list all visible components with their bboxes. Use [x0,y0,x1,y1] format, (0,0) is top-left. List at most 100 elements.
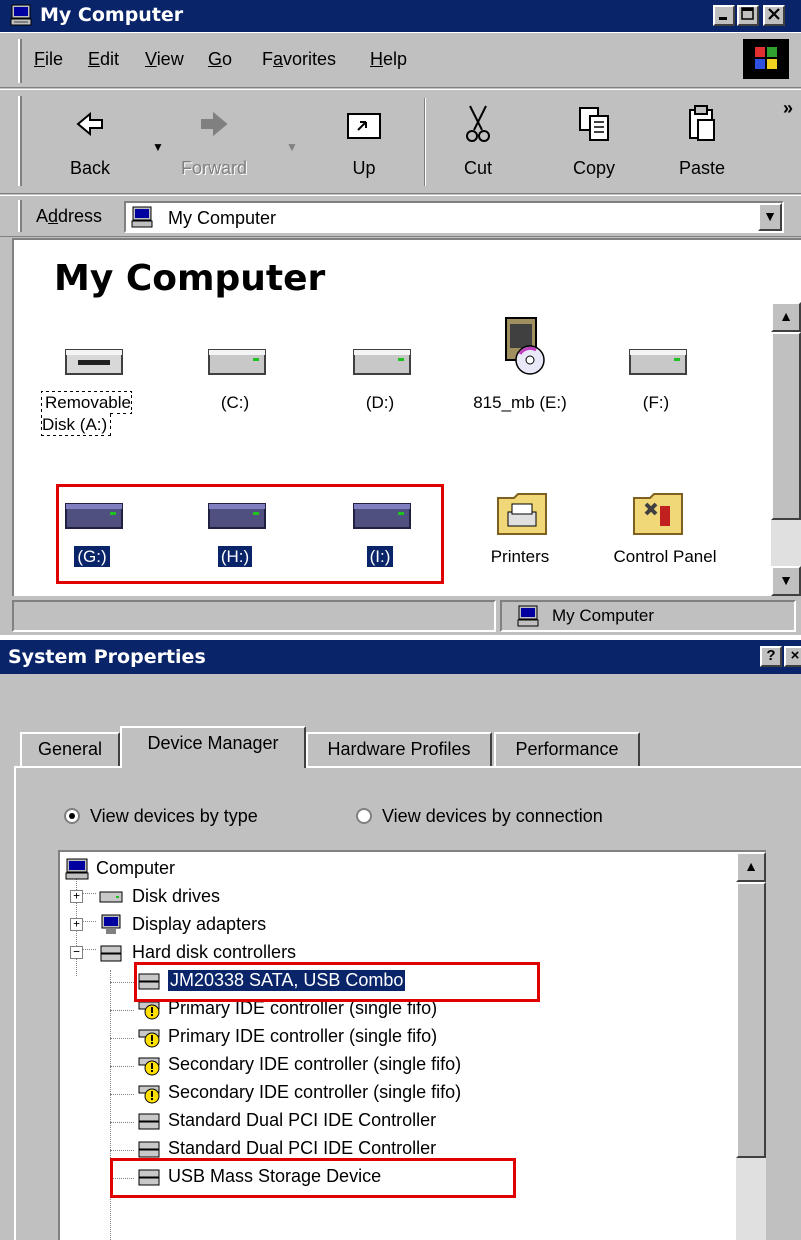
menu-help[interactable]: Help [370,49,407,70]
printers-label: Printers [490,547,550,566]
chevron-down-icon: ▼ [763,208,777,224]
expand-plus-icon[interactable]: + [70,918,83,931]
menu-view[interactable]: View [145,49,184,70]
view-by-type-radio[interactable]: View devices by type [64,806,258,827]
forward-arrow-icon [201,111,228,137]
dialog-close-button[interactable]: × [784,646,801,667]
tree-scroll-thumb[interactable] [736,882,766,1158]
maximize-icon [741,7,754,20]
back-dropdown[interactable]: ▼ [152,140,164,154]
my-computer-icon [10,4,32,26]
drive-a-label: Removable Disk (A:) [41,391,132,436]
close-button[interactable] [763,5,785,26]
controller-icon [100,945,122,962]
hard-drive-icon [208,349,266,375]
tree-line [110,1150,134,1151]
collapse-minus-icon[interactable]: − [70,946,83,959]
floppy-drive-icon [65,349,123,375]
cd-drive-icon [505,317,545,375]
system-properties-dialog: System Properties ? × General Device Man… [0,640,801,1240]
back-button[interactable]: Back [42,100,138,190]
my-computer-icon [131,206,153,228]
controller-icon [138,1113,160,1130]
folder-content: My Computer Removable Disk (A:) (C:) (D:… [12,238,801,596]
device-tree[interactable]: Computer + Disk drives + Display adapter… [58,850,766,1240]
forward-dropdown[interactable]: ▼ [286,140,298,154]
tab-performance[interactable]: Performance [494,732,640,768]
triangle-down-icon: ▼ [779,572,793,588]
scroll-thumb[interactable] [771,332,801,520]
highlight-box-new-drives [56,484,444,584]
view-by-connection-radio[interactable]: View devices by connection [356,806,603,827]
address-grip[interactable] [18,200,22,232]
windows-flag-icon [755,47,777,69]
tree-line [110,982,134,983]
toolbar-grip[interactable] [18,96,22,186]
address-combobox[interactable]: My Computer ▼ [124,201,784,233]
help-icon: ? [766,647,776,664]
triangle-up-icon: ▲ [744,858,758,874]
close-icon [768,8,780,20]
menu-go[interactable]: Go [208,49,232,70]
tree-line [110,1122,134,1123]
triangle-up-icon: ▲ [779,308,793,324]
tab-hardware-profiles[interactable]: Hardware Profiles [306,732,492,768]
drive-d-label: (D:) [365,393,395,412]
forward-button[interactable]: Forward [166,100,262,190]
drive-e-label: 815_mb (E:) [473,393,567,412]
standard-toolbar: Back ▼ Forward ▼ Up Cut Copy Paste » [0,89,801,194]
dialog-title-bar[interactable]: System Properties ? × [0,640,801,674]
radio-selected-icon [64,808,80,824]
radio-unselected-icon [356,808,372,824]
warning-controller-icon [138,1057,160,1076]
menu-edit[interactable]: Edit [88,49,119,70]
warning-controller-icon [138,1085,160,1104]
cut-button[interactable]: Cut [430,100,526,190]
scissors-icon [466,105,490,142]
status-pane-zone: My Computer [500,600,796,632]
toolbar-more-chevron[interactable]: » [783,98,793,119]
address-dropdown-button[interactable]: ▼ [758,203,782,231]
paste-button[interactable]: Paste [654,100,750,190]
up-button[interactable]: Up [316,100,412,190]
tree-line [110,1066,134,1067]
scroll-down-button[interactable]: ▼ [771,566,801,596]
highlight-box-usb-mass-storage [110,1158,516,1198]
drive-f-label: (F:) [642,393,670,412]
close-icon: × [790,647,800,664]
tab-device-manager[interactable]: Device Manager [120,726,306,768]
my-computer-window: My Computer File Edit View Go Favorites … [0,0,801,635]
copy-button[interactable]: Copy [546,100,642,190]
hard-drive-icon [353,349,411,375]
tree-line [110,1010,134,1011]
menu-grip[interactable] [18,39,22,83]
maximize-button[interactable] [737,5,759,26]
menu-file[interactable]: File [34,49,63,70]
tab-general[interactable]: General [20,732,120,768]
computer-icon [65,858,89,880]
tree-vertical-scrollbar[interactable]: ▲ [736,852,766,1240]
minimize-button[interactable] [713,5,735,26]
title-bar[interactable]: My Computer [0,0,801,32]
address-label: Address [36,206,103,226]
expand-plus-icon[interactable]: + [70,890,83,903]
menu-bar: File Edit View Go Favorites Help [0,32,801,88]
printers-folder-icon [497,493,547,535]
status-pane-left [12,600,496,632]
tree-scroll-up-button[interactable]: ▲ [736,852,766,882]
highlight-box-jm20338 [134,962,540,1002]
menu-favorites[interactable]: Favorites [262,49,336,70]
vertical-scrollbar[interactable]: ▲ ▼ [771,302,801,596]
view-by-connection-label: View devices by connection [382,806,603,826]
view-by-type-label: View devices by type [90,806,258,826]
controller-icon [138,1141,160,1158]
drive-c-label: (C:) [220,393,250,412]
toolbar-separator [424,98,426,186]
disk-drive-icon [99,891,123,903]
window-title: My Computer [40,4,184,26]
folder-heading: My Computer [54,258,326,299]
tree-line [110,1038,134,1039]
scroll-up-button[interactable]: ▲ [771,302,801,332]
control-panel-label: Control Panel [613,547,717,566]
help-button[interactable]: ? [760,646,782,667]
